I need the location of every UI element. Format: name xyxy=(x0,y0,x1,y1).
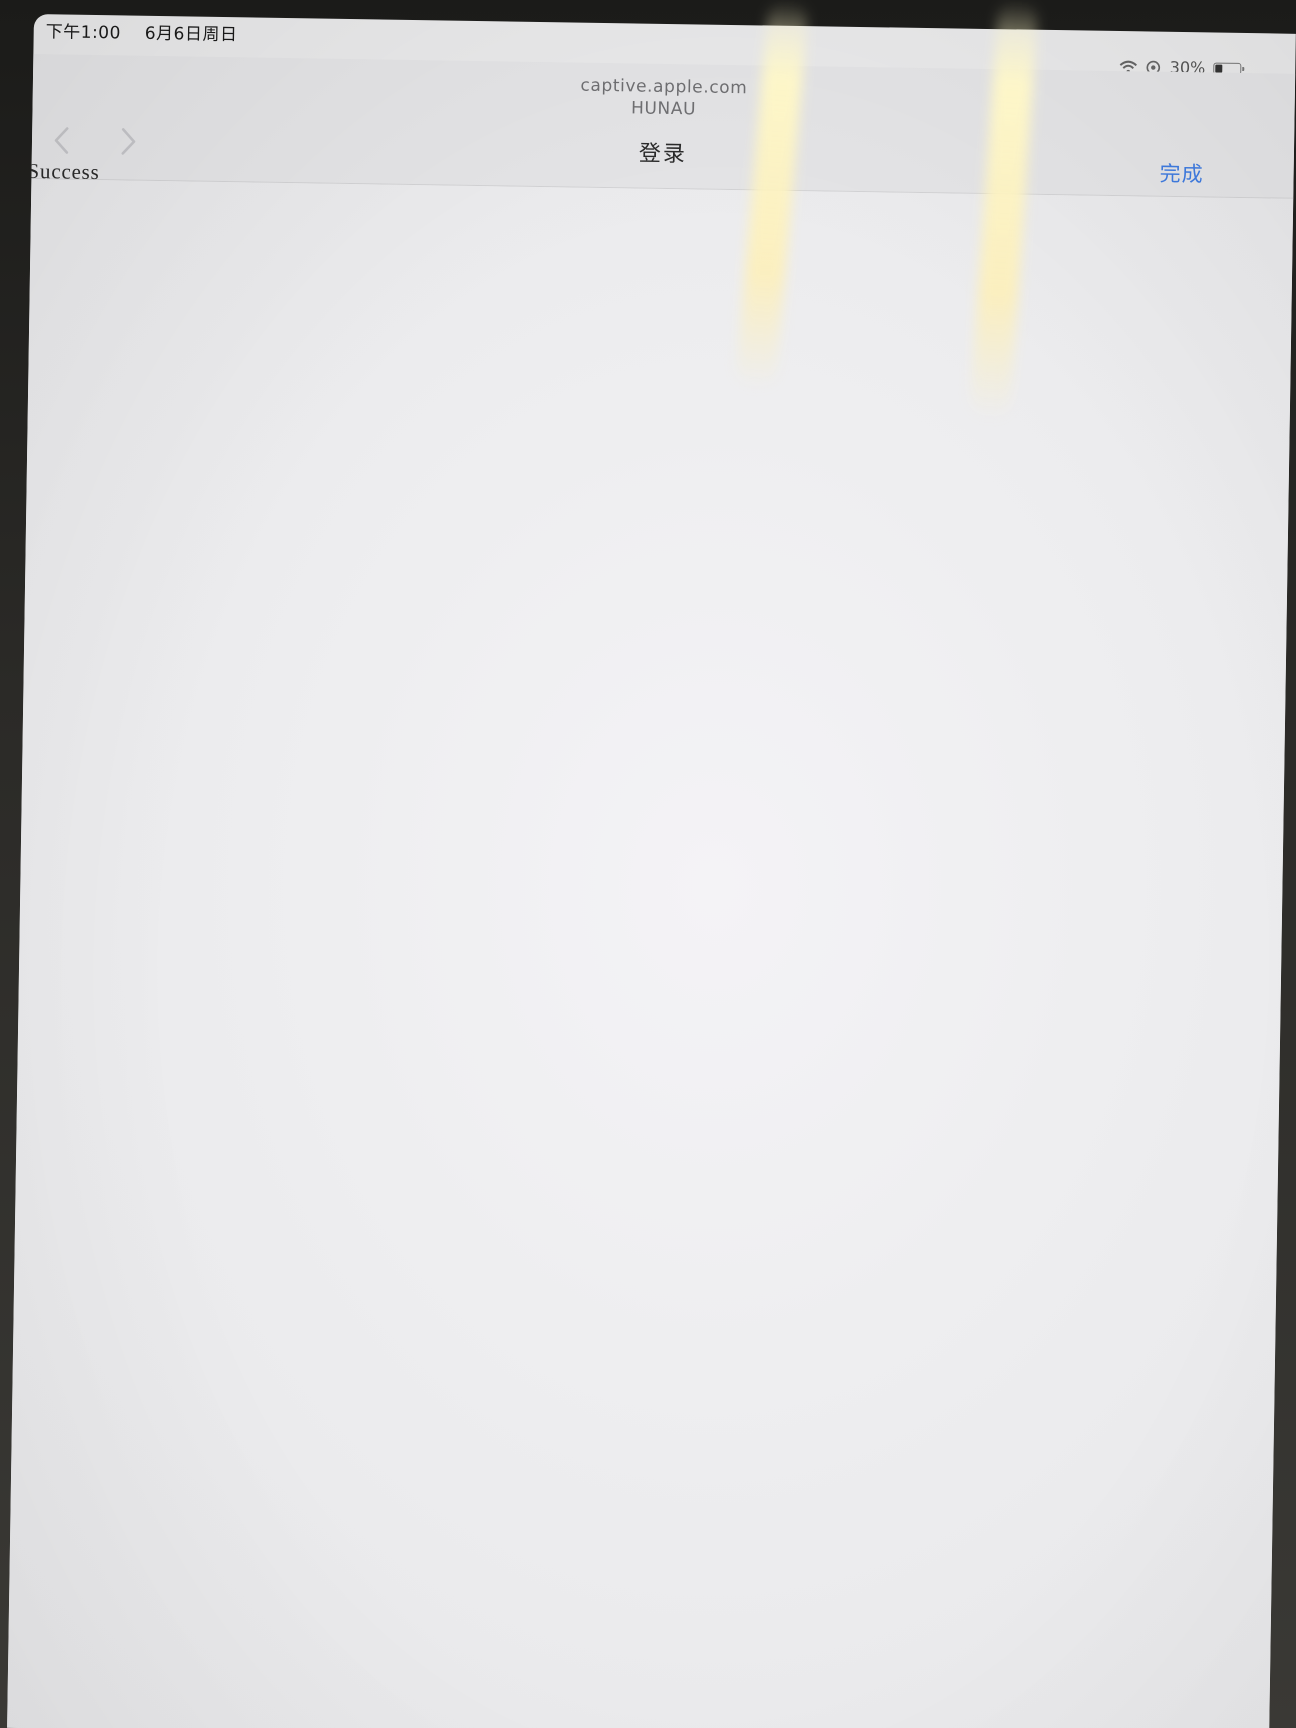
done-button[interactable]: 完成 xyxy=(1159,158,1203,189)
battery-level-fill xyxy=(1215,64,1222,73)
photo-frame: 下午1:00 6月6日周日 30% captive.apple.com HUNA… xyxy=(0,0,1296,1728)
web-content: Success xyxy=(7,159,1294,1728)
page-title: 登录 xyxy=(638,141,688,168)
captive-portal-nav-bar: captive.apple.com HUNAU 登录 完成 xyxy=(31,53,1296,199)
status-date: 6月6日周日 xyxy=(144,23,238,46)
success-message: Success xyxy=(27,158,100,185)
url-block: captive.apple.com HUNAU xyxy=(32,66,1295,130)
status-time: 下午1:00 xyxy=(45,22,122,44)
ipad-screen: 下午1:00 6月6日周日 30% captive.apple.com HUNA… xyxy=(7,14,1296,1728)
status-left: 下午1:00 6月6日周日 xyxy=(46,17,256,45)
